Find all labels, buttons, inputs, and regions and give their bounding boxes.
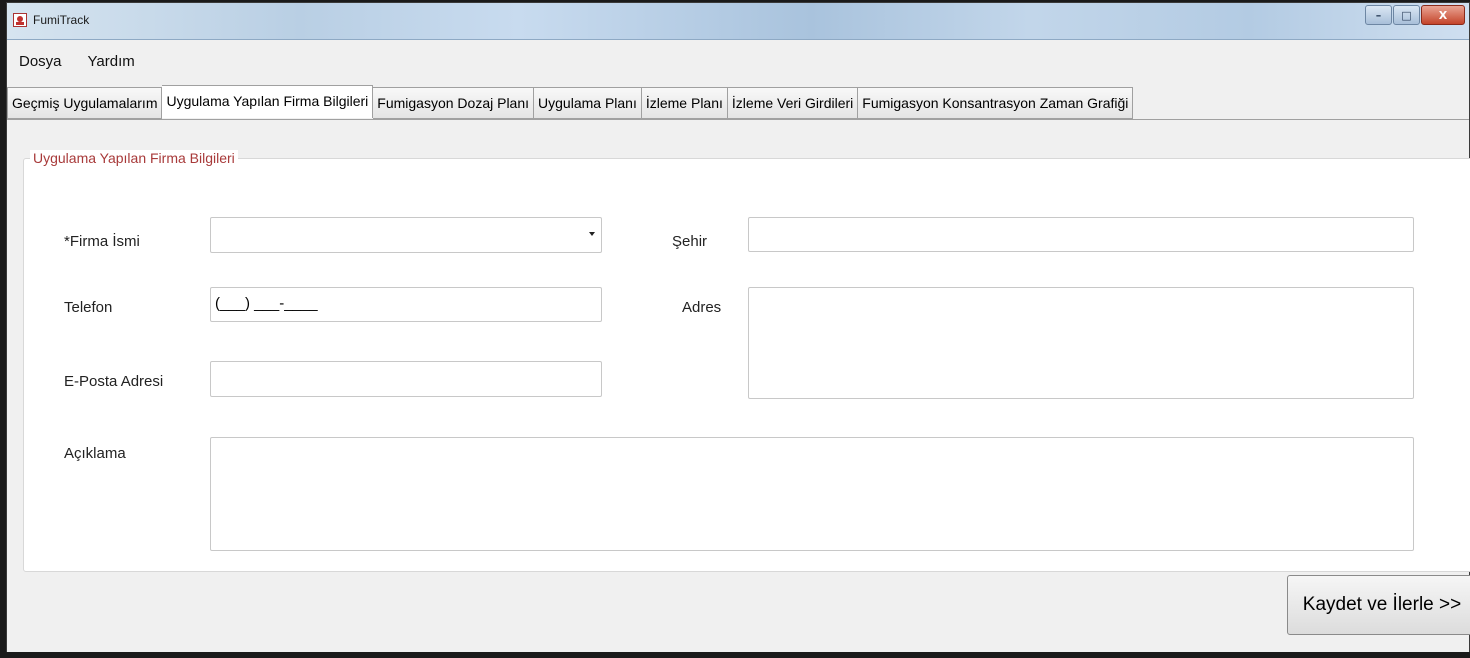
menu-yardim[interactable]: Yardım: [76, 48, 149, 76]
group-title: Uygulama Yapılan Firma Bilgileri: [30, 150, 238, 166]
save-and-continue-button[interactable]: Kaydet ve İlerle >>: [1287, 575, 1470, 635]
adres-textarea[interactable]: [748, 287, 1414, 399]
sehir-label: Şehir: [672, 233, 708, 250]
tab-strip: Geçmiş Uygulamalarım Uygulama Yapılan Fi…: [7, 85, 1134, 119]
telefon-mask: (___) ___-____: [215, 295, 318, 312]
window-controls: – □ X: [1365, 5, 1465, 25]
aciklama-label: Açıklama: [64, 445, 126, 462]
tab-konsantrasyon-grafigi[interactable]: Fumigasyon Konsantrasyon Zaman Grafiği: [858, 87, 1134, 119]
eposta-field[interactable]: [211, 362, 601, 396]
sehir-input[interactable]: [748, 217, 1414, 252]
tab-uygulama-plani[interactable]: Uygulama Planı: [534, 87, 642, 119]
tab-dozaj-plani[interactable]: Fumigasyon Dozaj Planı: [373, 87, 535, 119]
eposta-input[interactable]: [210, 361, 602, 397]
telefon-label: Telefon: [64, 299, 113, 316]
title-bar[interactable]: FumiTrack – □ X: [7, 3, 1469, 40]
aciklama-field[interactable]: [211, 438, 1413, 550]
tab-gecmis-uygulamalarim[interactable]: Geçmiş Uygulamalarım: [7, 87, 163, 119]
eposta-label: E-Posta Adresi: [64, 373, 164, 390]
chevron-down-icon[interactable]: [589, 232, 595, 236]
adres-label: Adres: [682, 299, 722, 316]
aciklama-textarea[interactable]: [210, 437, 1414, 551]
tab-firma-bilgileri[interactable]: Uygulama Yapılan Firma Bilgileri: [162, 85, 374, 118]
maximize-button[interactable]: □: [1393, 5, 1420, 25]
close-button[interactable]: X: [1421, 5, 1465, 25]
app-window: FumiTrack – □ X Dosya Yardım Geçmiş Uygu…: [6, 2, 1470, 652]
minimize-button[interactable]: –: [1365, 5, 1392, 25]
app-icon: [13, 13, 27, 27]
sehir-field[interactable]: [749, 218, 1413, 251]
firma-label: *Firma İsmi: [64, 233, 140, 250]
adres-field[interactable]: [749, 288, 1413, 398]
menu-dosya[interactable]: Dosya: [7, 48, 76, 76]
tab-content: Uygulama Yapılan Firma Bilgileri *Firma …: [7, 119, 1470, 652]
tab-izleme-plani[interactable]: İzleme Planı: [641, 87, 728, 119]
firma-dropdown[interactable]: [210, 217, 602, 253]
menu-bar: Dosya Yardım: [7, 48, 149, 76]
tab-izleme-veri-girdileri[interactable]: İzleme Veri Girdileri: [727, 87, 859, 119]
firma-bilgileri-group: Uygulama Yapılan Firma Bilgileri *Firma …: [23, 150, 1470, 572]
window-title: FumiTrack: [33, 13, 90, 27]
telefon-input[interactable]: (___) ___-____: [210, 287, 602, 322]
